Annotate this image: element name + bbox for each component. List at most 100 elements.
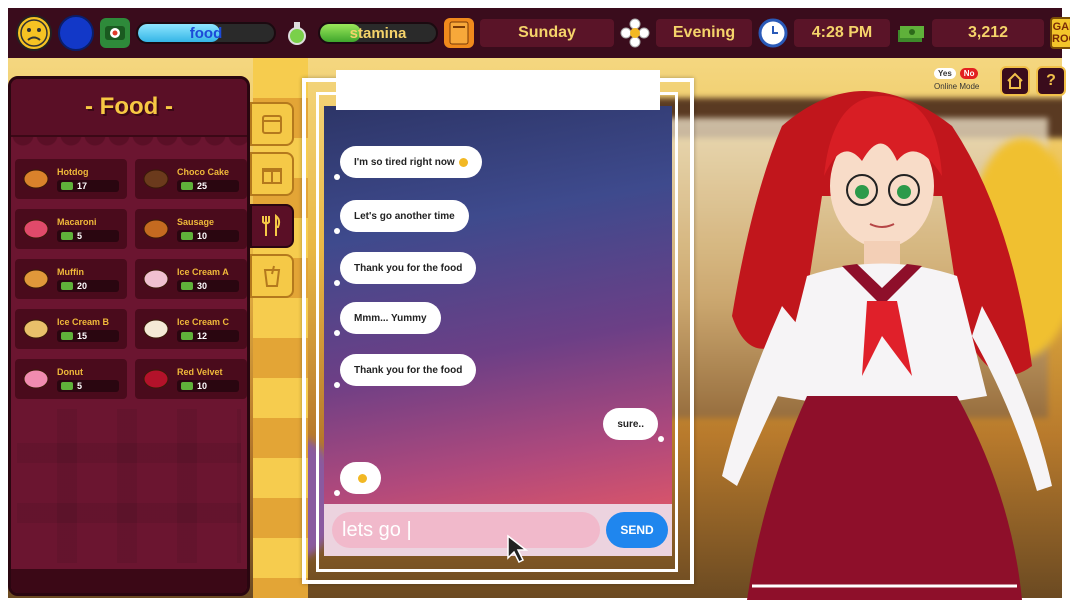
drink-icon [263,265,281,287]
bubble-tail [334,174,340,180]
food-item-price-value: 30 [197,280,208,291]
food-item-price-value: 25 [197,180,208,191]
bubble-tail [334,382,340,388]
online-no-option[interactable]: No [959,68,979,79]
online-mode-label: Online Mode [934,82,980,91]
food-item-name: Donut [57,366,83,377]
bubble-tail [334,228,340,234]
food-item[interactable]: Ice Cream A 30 [135,259,247,299]
header-scallop [11,137,247,149]
heart-icon[interactable] [58,15,94,51]
food-item-name: Ice Cream A [177,266,229,277]
food-item-price-value: 15 [77,330,88,341]
bubble-tail [334,330,340,336]
chat-message-text: sure.. [617,418,644,430]
chat-message: sure.. [603,408,664,442]
character-portrait[interactable] [712,66,1062,604]
chat-header [336,70,660,110]
food-item-price: 20 [57,279,119,292]
chat-message-text: Thank you for the food [354,262,463,274]
clock-icon [758,18,788,48]
clock-display: 4:28 PM [794,19,890,47]
food-panel: - Food - Hotdog 17 Choco Cake 25 Macaroni 5 Sa… [8,76,250,596]
food-item-name: Ice Cream C [177,316,230,327]
money-icon [181,381,193,390]
food-item-name: Muffin [57,266,84,277]
donut-icon [19,364,53,394]
money-icon [181,281,193,290]
food-item-name: Red Velvet [177,366,223,377]
food-item-name: Hotdog [57,166,89,177]
food-item[interactable]: Sausage 10 [135,209,247,249]
roll-cake-icon [139,364,173,394]
food-item-name: Macaroni [57,216,97,227]
gift-icon [262,168,282,184]
food-item-price: 30 [177,279,239,292]
tab-food[interactable] [250,204,294,248]
food-panel-header: - Food - [11,79,247,137]
ice-cream-cup-icon [139,264,173,294]
game-room-label-1: GAME [1052,21,1070,33]
food-item-price-value: 10 [197,380,208,391]
chat-message: I'm so tired right now [334,146,482,180]
tab-gifts[interactable] [250,152,294,196]
soft-serve-icon [139,314,173,344]
chat-message-text: Let's go another time [354,210,455,222]
food-item-price: 15 [57,329,119,342]
food-item-price: 12 [177,329,239,342]
online-mode-toggle[interactable]: Yes No Online Mode [934,68,994,91]
food-item-price: 5 [57,379,119,392]
money-icon [61,181,73,190]
hotdog-icon [19,164,53,194]
food-item[interactable]: Muffin 20 [15,259,127,299]
food-item[interactable]: Donut 5 [15,359,127,399]
chat-message-text: Thank you for the food [354,364,463,376]
food-item-price: 10 [177,379,239,392]
food-item-price-value: 12 [197,330,208,341]
sad-face-icon[interactable] [16,15,52,51]
food-meter: food [136,22,276,44]
tab-drinks[interactable] [250,254,294,298]
bubble-tail [334,280,340,286]
food-item[interactable]: Choco Cake 25 [135,159,247,199]
food-item-price-value: 5 [77,230,83,241]
food-item[interactable]: Macaroni 5 [15,209,127,249]
food-item-name: Ice Cream B [57,316,110,327]
chat-message: Let's go another time [334,200,469,234]
money-icon [61,281,73,290]
chat-message [334,462,381,496]
chat-input[interactable] [332,512,600,548]
chat-log[interactable]: I'm so tired right now Let's go another t… [324,106,672,504]
food-item-price: 17 [57,179,119,192]
stamina-meter-label: stamina [349,24,407,42]
food-item-price: 25 [177,179,239,192]
empty-slots [17,409,241,563]
sausage-icon [139,214,173,244]
tab-calendar[interactable] [250,102,294,146]
time-of-day-display: Evening [656,19,752,47]
home-button[interactable] [1000,66,1030,96]
money-icon [181,181,193,190]
calendar-tab-icon [262,115,282,134]
muffin-icon [19,264,53,294]
chat-message-text: Mmm... Yummy [354,312,427,324]
money-icon [61,231,73,240]
food-item-price: 5 [57,229,119,242]
food-item-price-value: 10 [197,230,208,241]
fork-knife-icon [262,214,281,236]
food-item[interactable]: Ice Cream B 15 [15,309,127,349]
food-item-name: Choco Cake [177,166,230,177]
money-display: 3,212 [932,19,1044,47]
food-item[interactable]: Red Velvet 10 [135,359,247,399]
game-room-button[interactable]: GAME ROOM [1050,17,1070,49]
online-yes-option[interactable]: Yes [934,68,956,79]
food-item[interactable]: Hotdog 17 [15,159,127,199]
food-grid: Hotdog 17 Choco Cake 25 Macaroni 5 Sausage 10 Mu… [11,149,247,399]
home-icon [1007,72,1023,89]
send-button[interactable]: SEND [606,512,668,548]
macaron-icon [19,214,53,244]
potion-icon [282,18,312,48]
help-button[interactable]: ? [1036,66,1066,96]
money-icon [181,231,193,240]
food-item[interactable]: Ice Cream C 12 [135,309,247,349]
